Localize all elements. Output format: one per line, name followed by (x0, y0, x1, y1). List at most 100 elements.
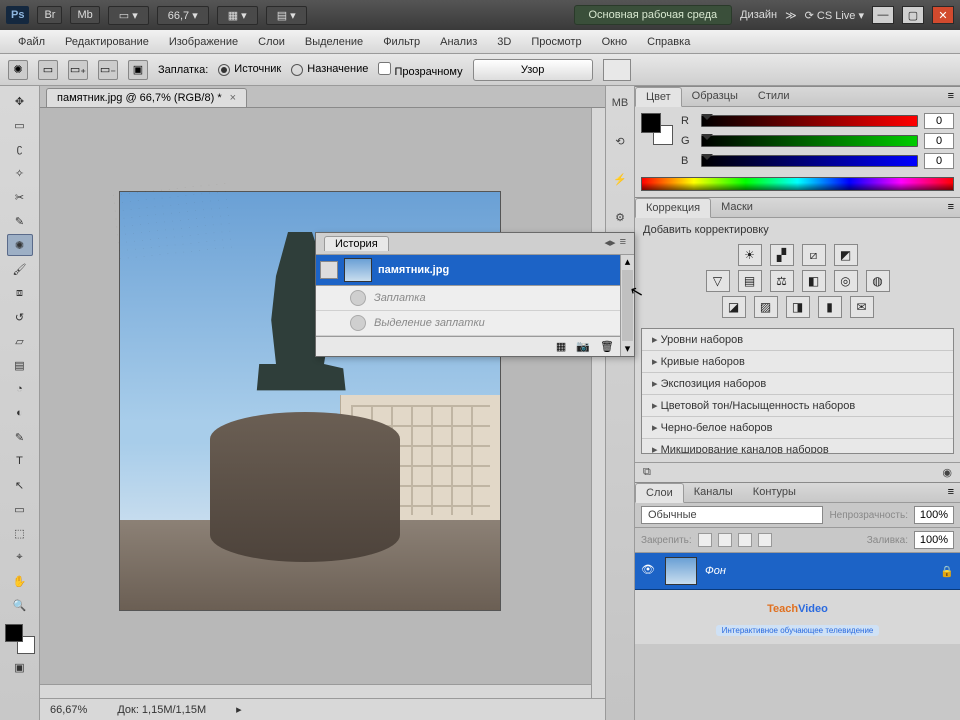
preset-row[interactable]: Черно-белое наборов (642, 417, 953, 439)
history-snapshot-row[interactable]: памятник.jpg (316, 255, 620, 286)
marquee-tool-icon[interactable]: ▭ (7, 114, 33, 136)
history-brush-source-icon[interactable] (320, 261, 338, 279)
blend-mode-combo[interactable]: Обычные (641, 506, 823, 524)
preset-row[interactable]: Уровни наборов (642, 329, 953, 351)
extra-combo[interactable]: ▤ ▾ (266, 6, 307, 25)
close-button[interactable]: ✕ (932, 6, 954, 24)
preset-row[interactable]: Кривые наборов (642, 351, 953, 373)
invert-icon[interactable]: ◪ (722, 296, 746, 318)
minibridge-dock-icon[interactable]: MB (609, 92, 631, 114)
camera-tool-icon[interactable]: ⌖ (7, 546, 33, 568)
pen-tool-icon[interactable]: ✎ (7, 426, 33, 448)
horizontal-scrollbar[interactable] (40, 684, 591, 698)
menu-layer[interactable]: Слои (248, 32, 295, 52)
cs-live-button[interactable]: ⟳ CS Live ▾ (805, 9, 864, 22)
actions-dock-icon[interactable]: ⚡ (609, 168, 631, 190)
history-step-row[interactable]: Заплатка (316, 286, 620, 311)
opacity-value[interactable]: 100% (914, 506, 954, 524)
dodge-tool-icon[interactable]: ◐ (7, 402, 33, 424)
3d-tool-icon[interactable]: ⬚ (7, 522, 33, 544)
workspace-more-icon[interactable]: ≫ (785, 9, 797, 22)
vibrance-icon[interactable]: ▽ (706, 270, 730, 292)
selection-new-icon[interactable]: ▭ (38, 60, 58, 80)
bridge-button[interactable]: Br (37, 6, 62, 24)
type-tool-icon[interactable]: T (7, 450, 33, 472)
adj-footer-right-icon[interactable]: ◉ (942, 466, 952, 479)
balance-icon[interactable]: ⚖ (770, 270, 794, 292)
g-value[interactable]: 0 (924, 133, 954, 149)
tab-masks[interactable]: Маски (711, 198, 763, 217)
screen-mode-combo[interactable]: ▭ ▾ (108, 6, 149, 25)
lasso-tool-icon[interactable]: ʗ (7, 138, 33, 160)
r-value[interactable]: 0 (924, 113, 954, 129)
preset-row[interactable]: Микширование каналов наборов (642, 439, 953, 454)
new-document-from-state-icon[interactable]: ▦ (556, 340, 566, 353)
menu-image[interactable]: Изображение (159, 32, 248, 52)
menu-view[interactable]: Просмотр (521, 32, 591, 52)
eyedropper-tool-icon[interactable]: ✎ (7, 210, 33, 232)
bw-icon[interactable]: ◧ (802, 270, 826, 292)
fill-value[interactable]: 100% (914, 531, 954, 549)
visibility-icon[interactable]: 👁 (641, 563, 657, 579)
tab-color[interactable]: Цвет (635, 87, 682, 107)
pattern-swatch[interactable] (603, 59, 631, 81)
menu-window[interactable]: Окно (592, 32, 638, 52)
tool-preset-icon[interactable]: ✺ (8, 60, 28, 80)
wand-tool-icon[interactable]: ✧ (7, 162, 33, 184)
lock-pixels-icon[interactable] (698, 533, 712, 547)
arrange-combo[interactable]: ▦ ▾ (217, 6, 258, 25)
zoom-tool-icon[interactable]: 🔍 (7, 594, 33, 616)
tab-paths[interactable]: Контуры (743, 483, 806, 502)
doc-tab[interactable]: памятник.jpg @ 66,7% (RGB/8) * × (46, 88, 247, 107)
menu-select[interactable]: Выделение (295, 32, 373, 52)
lock-move-icon[interactable] (738, 533, 752, 547)
minimize-button[interactable]: — (872, 6, 894, 24)
menu-filter[interactable]: Фильтр (373, 32, 430, 52)
preset-row[interactable]: Экспозиция наборов (642, 373, 953, 395)
doc-size-readout[interactable]: Док: 1,15M/1,15M (117, 704, 206, 716)
history-menu-icon[interactable]: ≡ (620, 236, 626, 251)
history-step-row[interactable]: Выделение заплатки (316, 311, 620, 336)
posterize-icon[interactable]: ▨ (754, 296, 778, 318)
adj-footer-left-icon[interactable]: ⧉ (643, 466, 651, 479)
brightness-icon[interactable]: ☀ (738, 244, 762, 266)
menu-file[interactable]: Файл (8, 32, 55, 52)
tab-layers[interactable]: Слои (635, 483, 684, 503)
workspace-primary[interactable]: Основная рабочая среда (574, 5, 733, 25)
levels-icon[interactable]: ▞ (770, 244, 794, 266)
selective-color-icon[interactable]: ✉ (850, 296, 874, 318)
hue-icon[interactable]: ▤ (738, 270, 762, 292)
b-value[interactable]: 0 (924, 153, 954, 169)
new-snapshot-icon[interactable]: 📷 (576, 340, 590, 353)
exposure-icon[interactable]: ◩ (834, 244, 858, 266)
zoom-combo[interactable]: 66,7 ▾ (157, 6, 209, 25)
g-slider[interactable] (701, 135, 918, 147)
source-radio[interactable]: Источник (218, 63, 281, 75)
lock-position-icon[interactable] (718, 533, 732, 547)
blur-tool-icon[interactable]: ◔ (7, 378, 33, 400)
color-panel-menu-icon[interactable]: ≡ (942, 87, 960, 106)
gradient-tool-icon[interactable]: ▤ (7, 354, 33, 376)
preset-row[interactable]: Цветовой тон/Насыщенность наборов (642, 395, 953, 417)
tab-styles[interactable]: Стили (748, 87, 800, 106)
gradient-map-icon[interactable]: ▮ (818, 296, 842, 318)
history-tab[interactable]: История (324, 236, 389, 251)
crop-tool-icon[interactable]: ✂ (7, 186, 33, 208)
adjust-panel-menu-icon[interactable]: ≡ (942, 198, 960, 217)
channel-mixer-icon[interactable]: ◍ (866, 270, 890, 292)
quickmask-icon[interactable]: ▣ (7, 656, 33, 678)
move-tool-icon[interactable]: ✥ (7, 90, 33, 112)
brush-tool-icon[interactable]: 🖌 (7, 258, 33, 280)
pattern-button[interactable]: Узор (473, 59, 593, 81)
layers-panel-menu-icon[interactable]: ≡ (942, 483, 960, 502)
selection-int-icon[interactable]: ▣ (128, 60, 148, 80)
layer-row[interactable]: 👁 Фон 🔒 (635, 553, 960, 590)
lock-all-icon[interactable] (758, 533, 772, 547)
workspace-design[interactable]: Дизайн (740, 9, 777, 21)
menu-3d[interactable]: 3D (487, 32, 521, 52)
menu-help[interactable]: Справка (637, 32, 700, 52)
photo-filter-icon[interactable]: ◎ (834, 270, 858, 292)
maximize-button[interactable]: ▢ (902, 6, 924, 24)
stamp-tool-icon[interactable]: ⧈ (7, 282, 33, 304)
selection-sub-icon[interactable]: ▭₋ (98, 60, 118, 80)
